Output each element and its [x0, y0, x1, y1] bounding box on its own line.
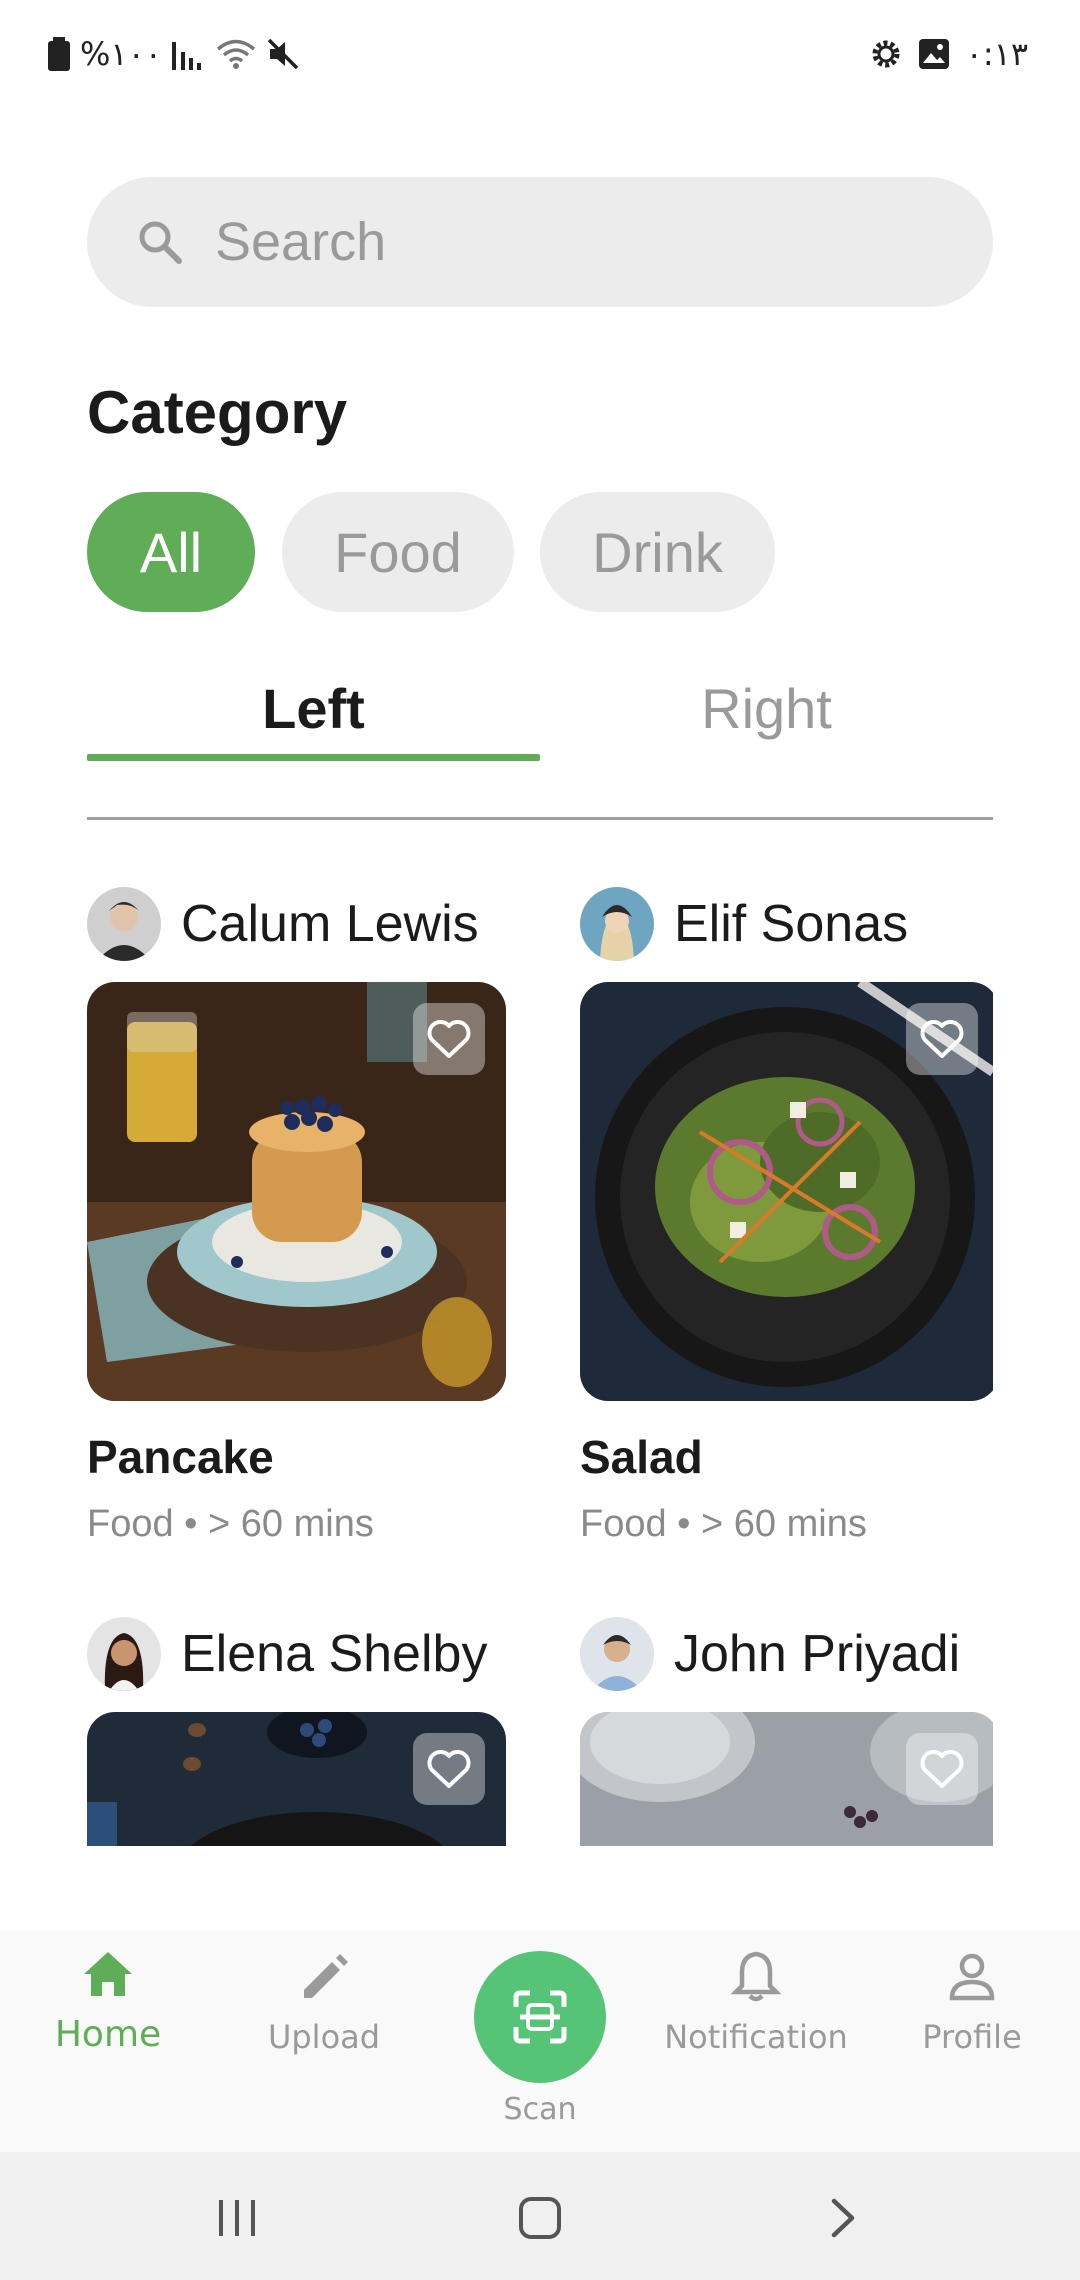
scan-label: Scan — [503, 2092, 577, 2127]
bell-icon — [730, 1951, 782, 2002]
heart-icon — [920, 1750, 964, 1788]
favorite-button[interactable] — [413, 1003, 485, 1075]
settings-icon — [872, 40, 900, 68]
search-icon — [139, 221, 182, 264]
search-placeholder: Search — [215, 212, 387, 272]
nav-profile[interactable]: Profile — [872, 1948, 1072, 2056]
signal-icon — [171, 42, 201, 70]
author-name: Calum Lewis — [181, 895, 479, 953]
chip-all[interactable]: All — [87, 492, 255, 612]
battery-percent: %۱۰۰ — [80, 35, 162, 73]
avatar — [87, 1617, 161, 1691]
wifi-icon — [216, 39, 256, 69]
scan-button[interactable] — [474, 1951, 606, 2083]
pencil-icon — [304, 1954, 348, 1998]
person-icon — [949, 1953, 995, 2001]
nav-label: Profile — [922, 2018, 1022, 2056]
nav-label: Notification — [664, 2018, 848, 2056]
search-input[interactable]: Search — [87, 177, 993, 307]
chevron-right-icon — [831, 2198, 855, 2238]
nav-notification[interactable]: Notification — [656, 1948, 856, 2056]
heart-icon — [427, 1020, 471, 1058]
author-name: Elena Shelby — [181, 1625, 488, 1683]
dish-meta: Food • > 60 mins — [87, 1503, 374, 1545]
status-right: ۰:۱۳ — [870, 34, 1028, 74]
author-name: Elif Sonas — [674, 895, 909, 953]
home-icon — [84, 1952, 132, 1996]
dish-meta: Food • > 60 mins — [580, 1503, 867, 1545]
avatar — [580, 1617, 654, 1691]
favorite-button[interactable] — [413, 1733, 485, 1805]
mute-icon — [267, 38, 299, 70]
nav-upload[interactable]: Upload — [224, 1948, 424, 2056]
category-title: Category — [87, 379, 348, 446]
card-author[interactable]: Calum Lewis — [87, 887, 479, 961]
nav-label: Upload — [267, 2018, 381, 2056]
scan-icon — [513, 1990, 567, 2044]
avatar — [580, 887, 654, 961]
home-system-button[interactable] — [500, 2190, 580, 2246]
status-left: %۱۰۰ — [48, 34, 300, 74]
home-square-icon — [519, 2197, 561, 2239]
tab-indicator — [87, 754, 540, 761]
tab-divider — [87, 817, 993, 820]
avatar — [87, 887, 161, 961]
back-button[interactable] — [802, 2190, 882, 2246]
card-author[interactable]: Elena Shelby — [87, 1617, 487, 1691]
card-author[interactable]: John Priyadi — [580, 1617, 960, 1691]
battery-icon — [48, 37, 70, 71]
dish-title: Pancake — [87, 1431, 274, 1483]
clock: ۰:۱۳ — [965, 35, 1028, 73]
recent-apps-icon — [219, 2200, 255, 2236]
favorite-button[interactable] — [906, 1733, 978, 1805]
favorite-button[interactable] — [906, 1003, 978, 1075]
nav-label: Home — [54, 2014, 162, 2055]
nav-home[interactable]: Home — [8, 1948, 208, 2055]
tab-right[interactable]: Right — [540, 676, 993, 756]
chip-drink[interactable]: Drink — [540, 492, 775, 612]
tab-left[interactable]: Left — [87, 676, 540, 756]
author-name: John Priyadi — [674, 1625, 961, 1683]
status-bar: %۱۰۰ ۰:۱۳ — [0, 0, 1080, 110]
chip-food[interactable]: Food — [282, 492, 514, 612]
image-icon — [918, 39, 949, 69]
card-author[interactable]: Elif Sonas — [580, 887, 908, 961]
dish-title: Salad — [580, 1431, 703, 1483]
heart-icon — [427, 1750, 471, 1788]
heart-icon — [920, 1020, 964, 1058]
recent-apps-button[interactable] — [197, 2190, 277, 2246]
